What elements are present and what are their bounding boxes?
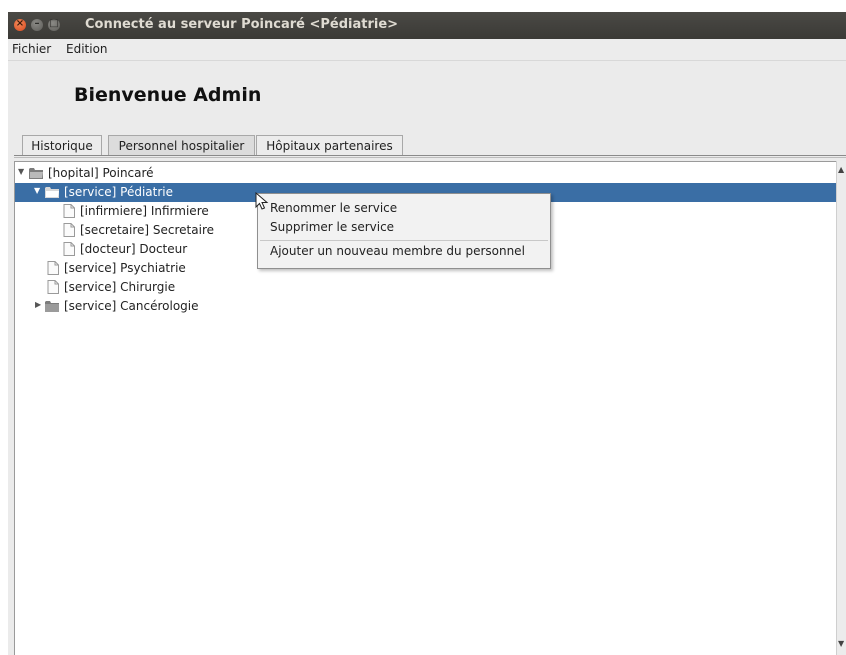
folder-open-icon — [45, 187, 59, 198]
expanded-arrow-icon[interactable]: ▼ — [18, 167, 24, 176]
window-title: Connecté au serveur Poincaré <Pédiatrie> — [85, 17, 399, 32]
tree-node-label: [service] Psychiatrie — [64, 261, 186, 275]
menu-item-rename-service[interactable]: Renommer le service — [270, 201, 397, 215]
collapsed-arrow-icon[interactable]: ▶ — [35, 300, 41, 309]
tree-node-label: [secretaire] Secretaire — [80, 223, 215, 237]
tree-node-chirurgie[interactable]: [service] Chirurgie — [15, 278, 837, 297]
file-icon — [63, 223, 75, 237]
tab-personnel-hospitalier[interactable]: Personnel hospitalier — [108, 135, 255, 156]
file-icon — [63, 204, 75, 218]
mouse-pointer-icon — [255, 192, 269, 210]
file-icon — [47, 280, 59, 294]
folder-icon — [45, 301, 59, 312]
tree-node-label: [docteur] Docteur — [80, 242, 188, 256]
tree-node-label: [infirmiere] Infirmiere — [80, 204, 209, 218]
scroll-up-icon[interactable]: ▲ — [838, 165, 844, 174]
menu-bar: Fichier Edition — [8, 39, 846, 61]
tree-node-label: [service] Pédiatrie — [64, 185, 174, 199]
minimize-icon[interactable]: – — [31, 18, 43, 31]
context-menu: Renommer le service Supprimer le service… — [257, 193, 551, 269]
menu-fichier[interactable]: Fichier — [12, 42, 51, 56]
app-window: × – □ Connecté au serveur Poincaré <Pédi… — [8, 12, 846, 655]
tree-node-hopital-poincare[interactable]: ▼ [hopital] Poincaré — [15, 164, 837, 183]
tab-historique[interactable]: Historique — [22, 135, 102, 156]
vertical-scrollbar[interactable]: ▲ ▼ — [836, 161, 846, 655]
tab-divider-shadow — [14, 157, 846, 158]
title-bar[interactable]: × – □ Connecté au serveur Poincaré <Pédi… — [8, 12, 846, 39]
tree-node-cancerologie[interactable]: ▶ [service] Cancérologie — [15, 297, 837, 316]
menu-item-add-staff-member[interactable]: Ajouter un nouveau membre du personnel — [270, 244, 525, 258]
welcome-heading: Bienvenue Admin — [74, 84, 262, 106]
tree-node-label: [service] Cancérologie — [64, 299, 199, 313]
file-icon — [63, 242, 75, 256]
tab-divider — [14, 155, 846, 156]
menu-separator — [260, 240, 548, 241]
tab-hopitaux-partenaires[interactable]: Hôpitaux partenaires — [256, 135, 403, 156]
scroll-down-icon[interactable]: ▼ — [838, 639, 844, 648]
expanded-arrow-icon[interactable]: ▼ — [34, 186, 40, 195]
file-icon — [47, 261, 59, 275]
close-icon[interactable]: × — [14, 18, 26, 31]
tree-node-label: [service] Chirurgie — [64, 280, 176, 294]
folder-open-icon — [29, 168, 43, 179]
menu-item-delete-service[interactable]: Supprimer le service — [270, 220, 394, 234]
menu-edition[interactable]: Edition — [66, 42, 108, 56]
tree-node-label: [hopital] Poincaré — [48, 166, 154, 180]
maximize-icon[interactable]: □ — [48, 18, 60, 31]
